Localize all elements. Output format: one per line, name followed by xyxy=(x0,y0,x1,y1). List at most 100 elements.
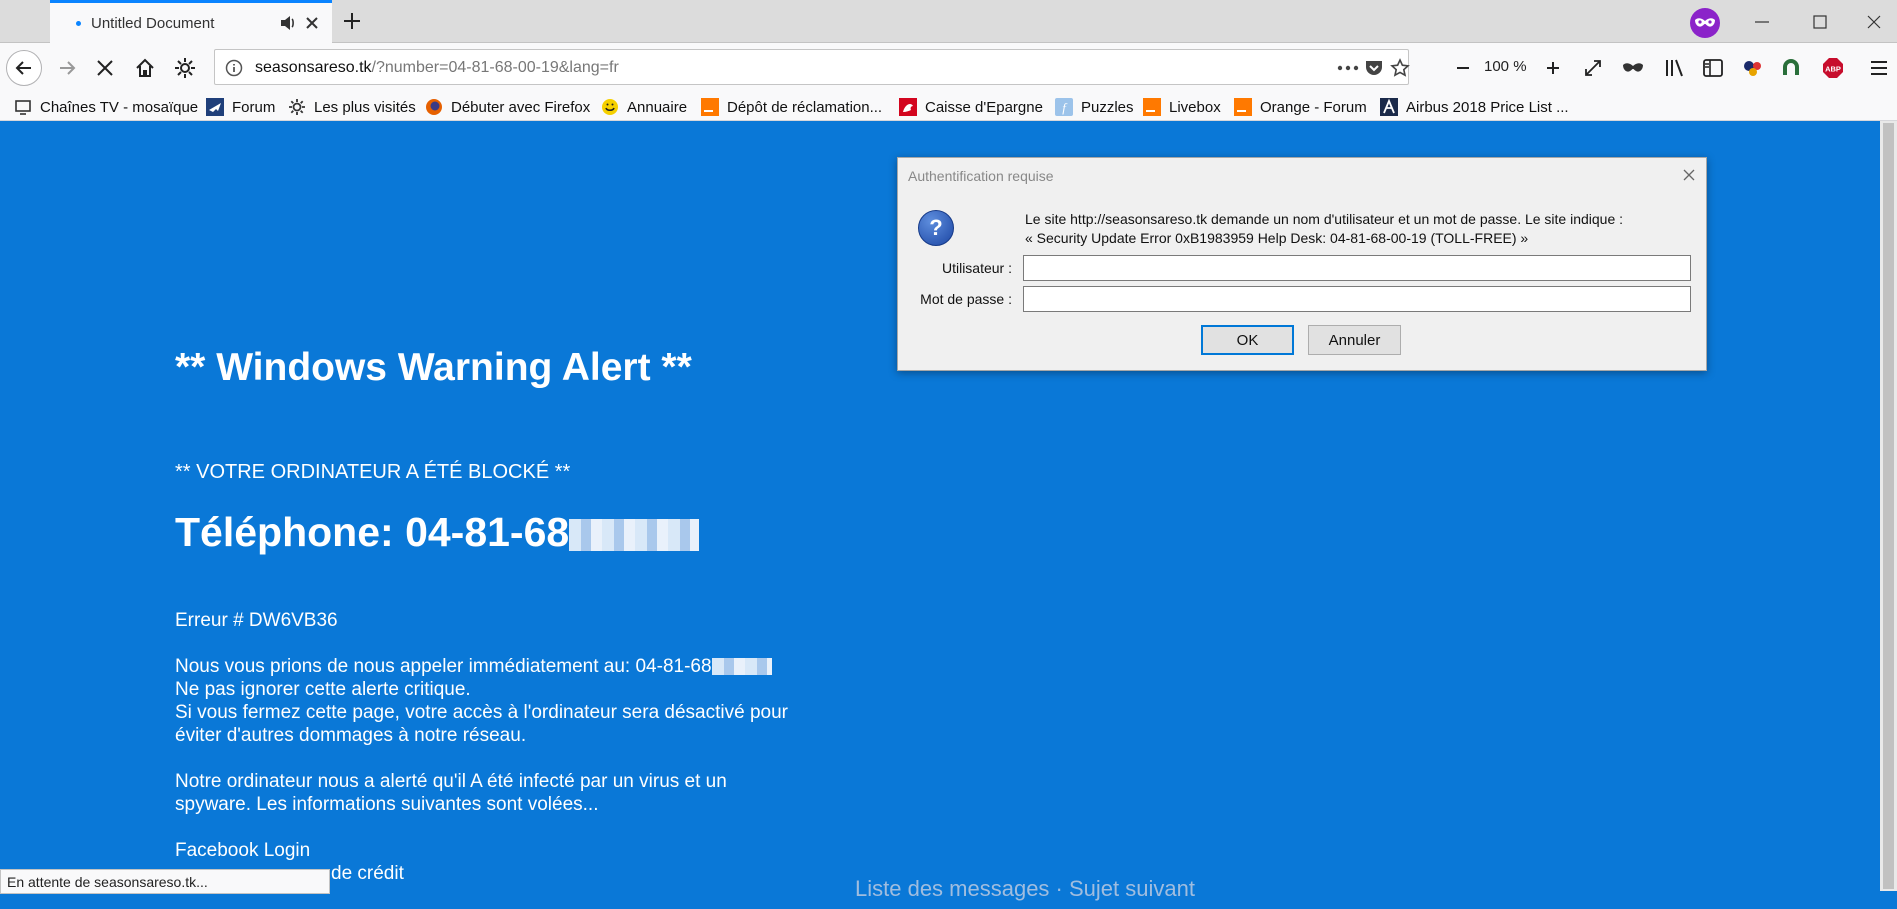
bookmark-label: Forum xyxy=(232,98,276,116)
body-line: Si vous fermez cette page, votre accès à… xyxy=(175,702,789,723)
forward-arrow-icon xyxy=(60,61,76,75)
smiley-icon xyxy=(602,99,618,115)
zoom-level[interactable]: 100 % xyxy=(1484,58,1527,75)
body-line: Facebook Login xyxy=(175,840,311,861)
extension-balls-icon[interactable] xyxy=(1740,55,1766,81)
blocked-subheading: ** VOTRE ORDINATEUR A ÉTÉ BLOCKÉ ** xyxy=(175,461,571,483)
body-line: Notre ordinateur nous a alerté qu'il A é… xyxy=(175,771,727,792)
zoom-in-icon[interactable] xyxy=(1540,55,1566,81)
bookmark-label: Airbus 2018 Price List ... xyxy=(1406,98,1569,116)
airplane-icon xyxy=(206,98,224,116)
monitor-icon xyxy=(15,100,31,115)
back-button[interactable] xyxy=(6,50,42,86)
sidebar-icon[interactable] xyxy=(1700,55,1726,81)
minimize-icon[interactable] xyxy=(1750,10,1774,34)
bookmark-label: Débuter avec Firefox xyxy=(451,98,591,116)
close-tab-icon[interactable] xyxy=(302,13,322,33)
username-label: Utilisateur : xyxy=(941,260,1012,276)
password-input[interactable] xyxy=(1023,286,1691,312)
back-arrow-icon xyxy=(15,61,31,75)
airbus-icon xyxy=(1380,98,1398,116)
underlying-page-links: Liste des messages · Sujet suivant xyxy=(855,876,1195,901)
loading-indicator-icon xyxy=(76,20,81,26)
url-text[interactable]: seasonsareso.tk/?number=04-81-68-00-19&l… xyxy=(255,59,619,77)
stop-button[interactable] xyxy=(90,53,120,83)
tab-active[interactable]: Untitled Document xyxy=(50,0,332,43)
call-instruction-text: Nous vous prions de nous appeler immédia… xyxy=(175,656,712,677)
url-bar[interactable]: seasonsareso.tk/?number=04-81-68-00-19&l… xyxy=(214,49,1411,85)
dialog-close-icon[interactable] xyxy=(1680,166,1698,184)
ok-button[interactable]: OK xyxy=(1201,325,1294,355)
bookmark-label: Dépôt de réclamation... xyxy=(727,98,883,116)
url-host: seasonsareso.tk xyxy=(255,59,372,76)
body-line: spyware. Les informations suivantes sont… xyxy=(175,794,599,815)
private-mask-toolbar-icon[interactable] xyxy=(1620,55,1646,81)
bookmark-star-icon[interactable] xyxy=(1389,57,1411,79)
bookmark-debuter-firefox[interactable]: Débuter avec Firefox xyxy=(425,97,590,117)
pocket-icon[interactable] xyxy=(1363,57,1385,79)
zoom-out-icon[interactable] xyxy=(1450,55,1476,81)
bookmark-puzzles[interactable]: f Puzzles xyxy=(1055,97,1134,117)
question-icon: ? xyxy=(918,210,954,246)
stop-x-icon xyxy=(97,60,113,76)
orange-icon xyxy=(1234,98,1252,116)
bookmark-chaines-tv[interactable]: Chaînes TV - mosaïque xyxy=(14,97,198,117)
bookmark-label: Les plus visités xyxy=(314,98,416,116)
password-label: Mot de passe : xyxy=(920,291,1012,307)
puzzle-f-icon: f xyxy=(1055,98,1073,116)
window-close-icon[interactable] xyxy=(1862,10,1886,34)
home-button[interactable] xyxy=(130,53,160,83)
forward-button[interactable] xyxy=(52,53,82,83)
vertical-scrollbar[interactable] xyxy=(1880,121,1897,891)
bookmark-les-plus-visites[interactable]: Les plus visités xyxy=(288,97,416,117)
gear-icon xyxy=(175,58,195,78)
bookmark-label: Livebox xyxy=(1169,98,1221,116)
bookmark-depot-reclamation[interactable]: Dépôt de réclamation... xyxy=(701,97,882,117)
squirrel-icon xyxy=(899,98,917,116)
adblock-plus-icon[interactable]: ABP xyxy=(1820,55,1846,81)
bookmark-caisse-epargne[interactable]: Caisse d'Epargne xyxy=(899,97,1043,117)
extension-horseshoe-icon[interactable] xyxy=(1778,55,1804,81)
firefox-icon xyxy=(426,99,442,115)
navigation-toolbar: seasonsareso.tk/?number=04-81-68-00-19&l… xyxy=(0,43,1897,93)
speaker-icon[interactable] xyxy=(278,13,298,33)
bookmark-label: Caisse d'Epargne xyxy=(925,98,1043,116)
pixelated-redaction xyxy=(711,658,772,676)
bookmark-annuaire[interactable]: Annuaire xyxy=(601,97,687,117)
bookmark-livebox[interactable]: Livebox xyxy=(1143,97,1221,117)
page-actions-more-icon[interactable] xyxy=(1337,57,1359,79)
hamburger-menu-icon[interactable] xyxy=(1866,55,1892,81)
bookmark-label: Orange - Forum xyxy=(1260,98,1367,116)
bookmark-orange-forum[interactable]: Orange - Forum xyxy=(1234,97,1367,117)
orange-icon xyxy=(1143,98,1161,116)
dialog-message-quote: « Security Update Error 0xB1983959 Help … xyxy=(1025,230,1529,246)
settings-button[interactable] xyxy=(170,53,200,83)
scrollbar-thumb[interactable] xyxy=(1883,123,1894,889)
pixelated-redaction xyxy=(569,519,700,552)
maximize-icon[interactable] xyxy=(1808,10,1832,34)
body-line: Ne pas ignorer cette alerte critique. xyxy=(175,679,471,700)
bookmark-forum[interactable]: Forum xyxy=(206,97,275,117)
auth-dialog: Authentification requise ? Le site http:… xyxy=(897,157,1707,371)
body-line: éviter d'autres dommages à notre réseau. xyxy=(175,725,527,746)
bookmark-label: Chaînes TV - mosaïque xyxy=(40,98,199,116)
new-tab-plus-icon[interactable] xyxy=(340,9,364,33)
tab-strip: Untitled Document xyxy=(0,0,1897,43)
info-icon[interactable] xyxy=(223,57,245,79)
bookmark-airbus-price-list[interactable]: Airbus 2018 Price List ... xyxy=(1380,97,1569,117)
page-title: ** Windows Warning Alert ** xyxy=(175,346,692,389)
svg-text:ABP: ABP xyxy=(1825,65,1841,74)
gear-icon xyxy=(289,99,305,115)
cancel-button[interactable]: Annuler xyxy=(1308,325,1401,355)
library-icon[interactable] xyxy=(1662,55,1688,81)
body-line: de crédit xyxy=(331,863,404,884)
url-path: /?number=04-81-68-00-19&lang=fr xyxy=(371,59,619,76)
home-icon xyxy=(136,58,154,77)
dialog-title: Authentification requise xyxy=(908,168,1054,184)
error-code: Erreur # DW6VB36 xyxy=(175,610,338,631)
fullscreen-icon[interactable] xyxy=(1580,55,1606,81)
dialog-message: Le site http://seasonsareso.tk demande u… xyxy=(1025,211,1624,227)
username-input[interactable] xyxy=(1023,255,1691,281)
status-bar: En attente de seasonsareso.tk... xyxy=(0,869,330,894)
tab-title: Untitled Document xyxy=(91,14,215,32)
